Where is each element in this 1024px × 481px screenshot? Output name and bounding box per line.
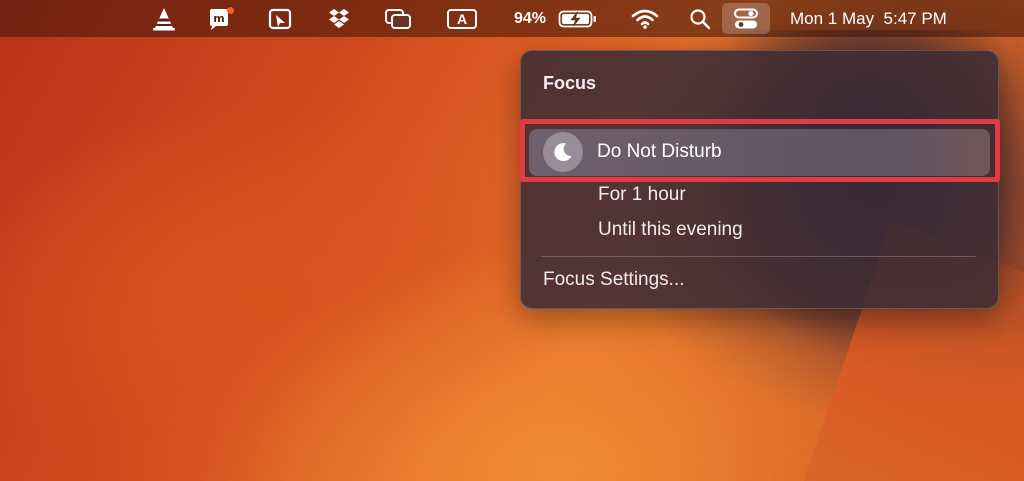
option-for-1-hour[interactable]: For 1 hour xyxy=(598,184,686,206)
menu-divider xyxy=(541,256,976,257)
messenger-bubble-icon[interactable]: m xyxy=(203,0,235,37)
input-source-icon[interactable]: A xyxy=(444,0,480,37)
do-not-disturb-toggle[interactable]: Do Not Disturb xyxy=(529,129,990,176)
moon-icon xyxy=(543,132,583,172)
desktop-wallpaper: m A 94% Mon 1 May 5:47 PM Focus Do Not D… xyxy=(0,0,1024,481)
pointer-tool-icon[interactable] xyxy=(264,0,296,37)
focus-settings-link[interactable]: Focus Settings... xyxy=(543,269,685,291)
control-center-icon[interactable] xyxy=(722,3,770,34)
input-source-label: A xyxy=(447,8,477,29)
menubar-clock[interactable]: Mon 1 May 5:47 PM xyxy=(790,0,1002,37)
do-not-disturb-label: Do Not Disturb xyxy=(597,141,722,162)
window-overlap-icon[interactable] xyxy=(381,0,415,37)
dropbox-icon[interactable] xyxy=(323,0,355,37)
focus-panel: Focus Do Not Disturb For 1 hour Until th… xyxy=(520,50,999,309)
menu-bar: m A 94% Mon 1 May 5:47 PM xyxy=(0,0,1024,37)
spotlight-search-icon[interactable] xyxy=(686,0,714,37)
notification-badge xyxy=(227,7,234,14)
battery-icon[interactable] xyxy=(556,0,600,37)
option-until-this-evening[interactable]: Until this evening xyxy=(598,219,743,241)
panel-title: Focus xyxy=(543,73,597,93)
svg-text:m: m xyxy=(213,12,224,25)
vlc-cone-icon[interactable] xyxy=(148,0,180,37)
battery-percent: 94% xyxy=(513,9,547,27)
wifi-icon[interactable] xyxy=(628,0,662,37)
